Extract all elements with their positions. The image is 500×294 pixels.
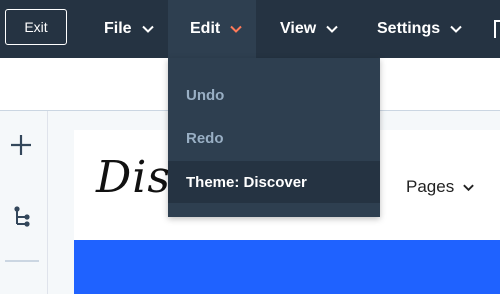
menu-edit-label: Edit [190,20,221,37]
menu-overflow-glyph [494,20,500,38]
edit-dropdown-menu: Undo Redo Theme: Discover [168,58,380,217]
menu-file-label: File [104,20,132,37]
site-logo: Dis [96,152,171,203]
chevron-down-icon [463,184,475,191]
chevron-down-icon [141,25,154,33]
hero-banner [74,240,500,294]
pages-nav-label: Pages [406,177,455,196]
rail-divider [5,260,39,262]
menu-overflow[interactable] [494,0,500,58]
chevron-down-icon [326,25,338,33]
exit-button[interactable]: Exit [5,9,67,45]
top-bar: Exit File Edit View Settings [0,0,500,58]
menu-item-theme[interactable]: Theme: Discover [168,161,380,203]
menu-view[interactable]: View [256,0,356,58]
menu-settings[interactable]: Settings [356,0,480,58]
pages-nav[interactable]: Pages [406,177,475,197]
chevron-down-icon [450,25,462,33]
plus-icon[interactable] [10,134,32,156]
tree-structure-icon[interactable] [12,205,32,229]
menu-edit[interactable]: Edit [168,0,256,58]
menu-item-undo[interactable]: Undo [168,74,380,116]
chevron-down-icon [230,25,242,33]
menu-file[interactable]: File [84,0,168,58]
menu-view-label: View [280,20,317,37]
menu-item-redo[interactable]: Redo [168,117,380,159]
menu-settings-label: Settings [377,20,441,37]
